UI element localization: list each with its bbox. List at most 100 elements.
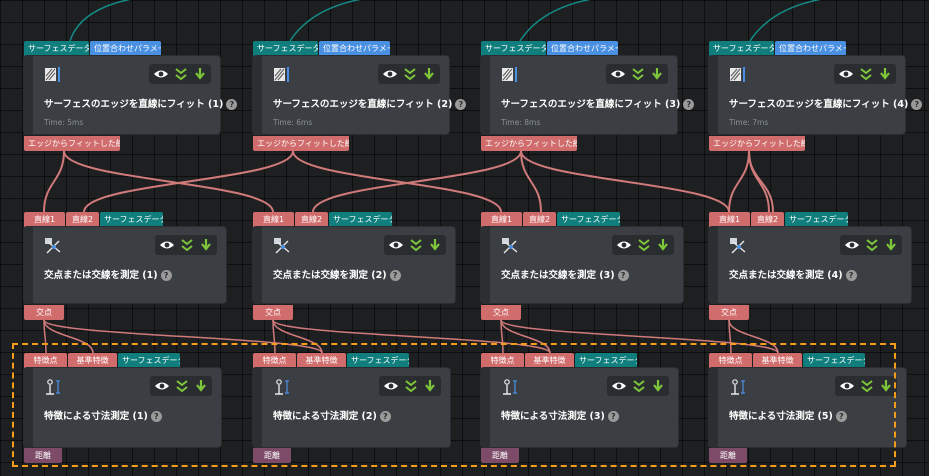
- collapse-chevron-icon[interactable]: [631, 67, 645, 81]
- help-icon[interactable]: ?: [683, 99, 695, 110]
- input-port[interactable]: サーフェスデータ: [100, 212, 163, 227]
- input-port[interactable]: 直線1: [709, 212, 750, 227]
- input-port[interactable]: サーフェスデータ: [557, 212, 620, 227]
- processing-node[interactable]: サーフェスのエッジを直線にフィット (4)? Time: 7ms: [709, 56, 923, 134]
- visibility-eye-icon[interactable]: [153, 67, 169, 81]
- input-port[interactable]: サーフェスデータ: [481, 41, 546, 56]
- node-controls: [612, 235, 674, 255]
- node-title-text: サーフェスのエッジを直線にフィット (1): [44, 99, 224, 110]
- node-controls: [606, 64, 668, 84]
- node-title-text: サーフェスのエッジを直線にフィット (3): [501, 99, 681, 110]
- node-title: サーフェスのエッジを直線にフィット (2)?: [273, 96, 467, 110]
- visibility-eye-icon[interactable]: [610, 67, 626, 81]
- node-title: サーフェスのエッジを直線にフィット (3)?: [501, 96, 695, 110]
- node-title-text: サーフェスのエッジを直線にフィット (4): [729, 99, 909, 110]
- node-title: 交点または交線を測定 (4)?: [729, 267, 857, 281]
- node-title-text: 交点または交線を測定 (2): [273, 270, 387, 281]
- node-controls: [378, 64, 440, 84]
- selection-box: [12, 343, 896, 467]
- processing-node[interactable]: サーフェスのエッジを直線にフィット (1)? Time: 5ms: [24, 56, 238, 134]
- output-port[interactable]: エッジからフィットした線: [24, 136, 120, 151]
- node-controls: [834, 64, 896, 84]
- processing-node[interactable]: 交点または交線を測定 (4)?: [709, 227, 911, 303]
- input-port[interactable]: サーフェスデータ: [785, 212, 848, 227]
- node-stripe: [481, 227, 490, 303]
- download-arrow-icon[interactable]: [885, 238, 897, 252]
- collapse-chevron-icon[interactable]: [174, 67, 188, 81]
- help-icon[interactable]: ?: [617, 270, 629, 281]
- input-port[interactable]: 直線1: [24, 212, 65, 227]
- visibility-eye-icon[interactable]: [159, 238, 175, 252]
- input-port[interactable]: 直線2: [66, 212, 99, 227]
- visibility-eye-icon[interactable]: [382, 67, 398, 81]
- visibility-eye-icon[interactable]: [844, 238, 860, 252]
- download-arrow-icon[interactable]: [423, 67, 435, 81]
- processing-node[interactable]: 交点または交線を測定 (1)?: [24, 227, 226, 303]
- processing-node[interactable]: 交点または交線を測定 (3)?: [481, 227, 683, 303]
- node-time: Time: 6ms: [273, 118, 313, 127]
- input-port[interactable]: 直線2: [523, 212, 556, 227]
- node-title-text: サーフェスのエッジを直線にフィット (2): [273, 99, 453, 110]
- download-arrow-icon[interactable]: [657, 238, 669, 252]
- input-port[interactable]: 直線1: [253, 212, 294, 227]
- node-title: 交点または交線を測定 (2)?: [273, 267, 401, 281]
- node-title: 交点または交線を測定 (1)?: [44, 267, 172, 281]
- help-icon[interactable]: ?: [160, 270, 172, 281]
- output-port[interactable]: エッジからフィットした線: [481, 136, 577, 151]
- processing-node[interactable]: 交点または交線を測定 (2)?: [253, 227, 455, 303]
- processing-node[interactable]: サーフェスのエッジを直線にフィット (3)? Time: 8ms: [481, 56, 695, 134]
- input-port[interactable]: サーフェスデータ: [24, 41, 89, 56]
- surface-edge-icon: [729, 66, 747, 84]
- node-stripe: [481, 56, 490, 134]
- node-time: Time: 8ms: [501, 118, 541, 127]
- help-icon[interactable]: ?: [911, 99, 923, 110]
- input-port[interactable]: サーフェスデータ: [709, 41, 774, 56]
- help-icon[interactable]: ?: [389, 270, 401, 281]
- intersection-icon: [44, 237, 62, 255]
- visibility-eye-icon[interactable]: [838, 67, 854, 81]
- input-port[interactable]: 位置合わせパラメータグループ: [319, 41, 390, 56]
- node-title-text: 交点または交線を測定 (1): [44, 270, 158, 281]
- collapse-chevron-icon[interactable]: [637, 238, 651, 252]
- input-port[interactable]: 直線2: [295, 212, 328, 227]
- node-controls: [149, 64, 211, 84]
- help-icon[interactable]: ?: [226, 99, 238, 110]
- collapse-chevron-icon[interactable]: [409, 238, 423, 252]
- input-port[interactable]: サーフェスデータ: [329, 212, 392, 227]
- output-port[interactable]: 交点: [253, 305, 293, 320]
- input-port[interactable]: 位置合わせパラメータグループ: [775, 41, 846, 56]
- node-title: サーフェスのエッジを直線にフィット (1)?: [44, 96, 238, 110]
- input-port[interactable]: 直線1: [481, 212, 522, 227]
- input-port[interactable]: 位置合わせパラメータグループ: [547, 41, 618, 56]
- node-title: 交点または交線を測定 (3)?: [501, 267, 629, 281]
- output-port[interactable]: 交点: [481, 305, 521, 320]
- node-title: サーフェスのエッジを直線にフィット (4)?: [729, 96, 923, 110]
- node-title-text: 交点または交線を測定 (4): [729, 270, 843, 281]
- surface-edge-icon: [273, 66, 291, 84]
- collapse-chevron-icon[interactable]: [180, 238, 194, 252]
- output-port[interactable]: 交点: [24, 305, 64, 320]
- output-port[interactable]: エッジからフィットした線: [709, 136, 805, 151]
- output-port[interactable]: エッジからフィットした線: [253, 136, 349, 151]
- download-arrow-icon[interactable]: [651, 67, 663, 81]
- visibility-eye-icon[interactable]: [616, 238, 632, 252]
- collapse-chevron-icon[interactable]: [403, 67, 417, 81]
- node-controls: [155, 235, 217, 255]
- download-arrow-icon[interactable]: [194, 67, 206, 81]
- collapse-chevron-icon[interactable]: [859, 67, 873, 81]
- processing-node[interactable]: サーフェスのエッジを直線にフィット (2)? Time: 6ms: [253, 56, 467, 134]
- download-arrow-icon[interactable]: [429, 238, 441, 252]
- output-port[interactable]: 交点: [709, 305, 749, 320]
- input-port[interactable]: 直線2: [751, 212, 784, 227]
- download-arrow-icon[interactable]: [200, 238, 212, 252]
- help-icon[interactable]: ?: [845, 270, 857, 281]
- surface-edge-icon: [44, 66, 62, 84]
- collapse-chevron-icon[interactable]: [865, 238, 879, 252]
- node-stripe: [24, 227, 33, 303]
- visibility-eye-icon[interactable]: [388, 238, 404, 252]
- input-port[interactable]: 位置合わせパラメータグループ: [90, 41, 161, 56]
- input-port[interactable]: サーフェスデータ: [253, 41, 318, 56]
- help-icon[interactable]: ?: [455, 99, 467, 110]
- download-arrow-icon[interactable]: [879, 67, 891, 81]
- node-stripe: [24, 56, 33, 134]
